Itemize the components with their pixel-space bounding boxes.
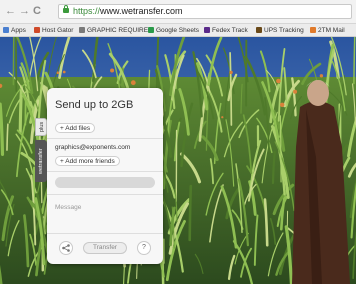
share-button[interactable] bbox=[59, 241, 73, 255]
forward-arrow-icon[interactable]: → bbox=[19, 4, 30, 18]
agave-leaf bbox=[6, 123, 9, 151]
reload-icon[interactable]: C bbox=[33, 4, 41, 18]
bookmark-label: Host Gator bbox=[42, 27, 74, 34]
agave-leaf bbox=[14, 37, 18, 92]
browser-toolbar: ← → C https://www.wetransfer.com bbox=[0, 0, 356, 24]
fedex-icon bbox=[204, 27, 210, 33]
bookmark-host-gator[interactable]: Host Gator bbox=[34, 26, 73, 35]
address-bar[interactable]: https://www.wetransfer.com bbox=[58, 4, 352, 19]
mail-icon bbox=[310, 27, 316, 33]
wetransfer-panel: plus wetransfer Send up to 2GB + Add fil… bbox=[35, 88, 163, 264]
bloom-tip bbox=[280, 102, 285, 108]
agave-leaf bbox=[279, 115, 282, 183]
bookmark-fedex-track[interactable]: Fedex Track bbox=[204, 26, 248, 35]
bookmark-google-sheets[interactable]: Google Sheets bbox=[148, 26, 199, 35]
bookmark-label: Google Sheets bbox=[156, 27, 200, 34]
wetransfer-tab[interactable]: wetransfer bbox=[35, 140, 47, 182]
bloom-tip bbox=[221, 116, 224, 119]
bookmark-label: Fedex Track bbox=[212, 27, 248, 34]
bookmark-graphic-requirements[interactable]: GRAPHIC REQUIREM bbox=[79, 26, 153, 35]
bookmark-label: UPS Tracking bbox=[264, 27, 304, 34]
agave-leaf bbox=[18, 85, 24, 134]
apps-grid-icon bbox=[3, 27, 9, 33]
recipient-email: graphics@exponents.com bbox=[55, 144, 131, 151]
agave-leaf bbox=[188, 184, 193, 242]
message-field[interactable]: Message bbox=[55, 204, 81, 211]
add-files-button[interactable]: + Add files bbox=[55, 123, 96, 133]
transfer-button[interactable]: Transfer bbox=[83, 242, 127, 254]
bloom-tip bbox=[276, 78, 281, 84]
divider bbox=[47, 233, 163, 234]
agave-leaf bbox=[12, 37, 15, 86]
url-scheme: https:// bbox=[73, 6, 101, 16]
bloom-tip bbox=[56, 71, 60, 74]
url-text: https://www.wetransfer.com bbox=[73, 6, 183, 16]
bookmark-icon bbox=[34, 27, 40, 33]
bloom-tip bbox=[319, 74, 324, 78]
plus-tab[interactable]: plus bbox=[35, 118, 47, 136]
sender-email-field[interactable] bbox=[55, 177, 155, 188]
add-friends-button[interactable]: + Add more friends bbox=[55, 156, 120, 166]
back-arrow-icon[interactable]: ← bbox=[5, 4, 16, 18]
divider bbox=[47, 194, 163, 195]
bookmark-ups-tracking[interactable]: UPS Tracking bbox=[256, 26, 304, 35]
url-host: www.wetransfer.com bbox=[100, 6, 183, 16]
bloom-tip bbox=[229, 70, 233, 75]
bookmark-label: 2TM Mail bbox=[318, 27, 345, 34]
bloom-tip bbox=[62, 70, 66, 74]
bookmark-icon bbox=[79, 27, 85, 33]
bloom-tip bbox=[130, 80, 136, 86]
bloom-tip bbox=[293, 89, 298, 94]
divider bbox=[47, 138, 163, 139]
bookmark-label: GRAPHIC REQUIREM bbox=[87, 27, 154, 34]
lock-icon bbox=[63, 5, 69, 13]
help-button[interactable]: ? bbox=[137, 241, 151, 255]
divider bbox=[47, 171, 163, 172]
bookmark-label: Apps bbox=[11, 27, 26, 34]
sheets-icon bbox=[148, 27, 154, 33]
bloom-tip bbox=[110, 68, 115, 73]
bookmark-apps[interactable]: Apps bbox=[3, 26, 26, 35]
ups-icon bbox=[256, 27, 262, 33]
bookmark-2tm-mail[interactable]: 2TM Mail bbox=[310, 26, 345, 35]
bookmarks-bar: Apps Host Gator GRAPHIC REQUIREM Google … bbox=[0, 24, 356, 37]
panel-title: Send up to 2GB bbox=[55, 99, 134, 111]
share-icon bbox=[62, 244, 70, 252]
